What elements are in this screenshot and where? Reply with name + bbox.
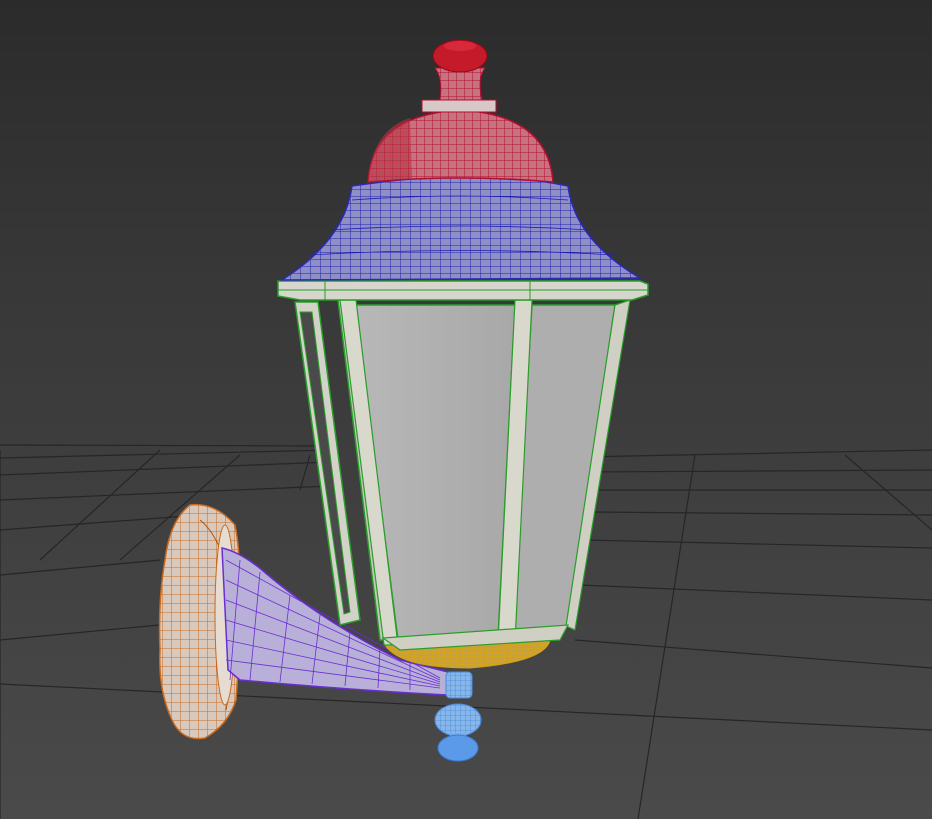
lantern-top-rim[interactable] bbox=[277, 280, 649, 301]
dome[interactable] bbox=[367, 109, 554, 183]
finial[interactable] bbox=[421, 39, 497, 113]
glass-panels[interactable] bbox=[339, 299, 631, 651]
roof-canopy[interactable] bbox=[279, 175, 643, 281]
3d-viewport[interactable] bbox=[0, 0, 932, 819]
viewport-canvas[interactable] bbox=[0, 0, 932, 819]
